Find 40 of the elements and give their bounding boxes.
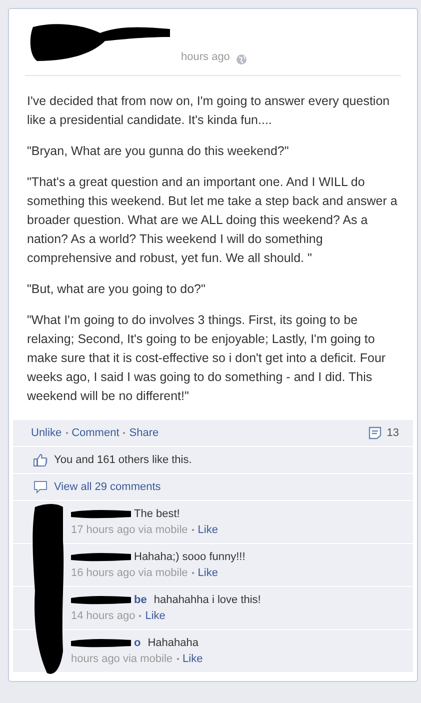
separator-dot [192,572,194,574]
comment-time: 17 hours ago via mobile [71,523,188,538]
action-link[interactable]: Unlike [31,427,62,439]
redaction-scribble [71,638,131,648]
comment-time: 16 hours ago via mobile [71,566,188,581]
comment-time: hours ago via mobile [71,652,173,667]
separator-dot [139,615,142,617]
comment-text: hahahahha i love this! [154,593,261,608]
separator-dot [192,529,194,531]
separator-dot [66,432,68,434]
post-paragraph: "What I'm going to do involves 3 things. First, its going to be relaxing; Second, It's going to be enjoyable; Lastly, I'm going to make sure that it is cost-effective so i don't get into a deficit. Four weeks ago, I said I was going to do something - and I did. This weekend will be no different!" [27,312,387,405]
post-paragraph: "But, what are you going to do?" [27,281,206,298]
comment-icon [368,426,382,440]
redaction-scribble [71,552,131,562]
redaction-scribble [71,595,131,605]
separator-dot [176,658,179,660]
like-link[interactable]: Like [145,608,166,624]
speech-bubble-icon [33,480,48,494]
author-link[interactable]: o [134,635,141,651]
comment-text: The best! [134,507,180,522]
globe-icon [236,54,247,65]
thumbs-up-icon [33,453,48,467]
action-link[interactable]: Share [129,427,159,439]
redaction-scribble [71,509,131,519]
view-all-comments-link[interactable]: View all 29 comments [54,481,161,493]
author-link[interactable]: be [134,592,147,608]
like-link[interactable]: Like [198,565,218,581]
comment-count: 13 [386,427,399,439]
post-paragraph: "Bryan, What are you gunna do this weekend?" [27,143,290,160]
likes-text: You and 161 others like this. [54,454,192,466]
comment-time: 14 hours ago [71,609,136,624]
comment-text: Hahaha;) sooo funny!!! [134,550,246,565]
separator-dot [123,432,126,434]
post-paragraph: I've decided that from now on, I'm going to answer every question like a presidential candidate. It's kinda fun.... [27,93,391,129]
action-link[interactable]: Comment [72,427,120,439]
comment-text: Hahahaha [148,636,199,651]
like-link[interactable]: Like [198,522,218,538]
post-paragraph: "That's a great question and an important one. And I WILL do something this weekend. But let me take a step back and answer a broader question. What are we ALL doing this weekend? As a nation? As a world? This weekend I will do something comprehensive and robust, yet fun. We all should. " [27,174,398,267]
post-time: hours ago [181,51,230,63]
like-link[interactable]: Like [182,651,203,667]
